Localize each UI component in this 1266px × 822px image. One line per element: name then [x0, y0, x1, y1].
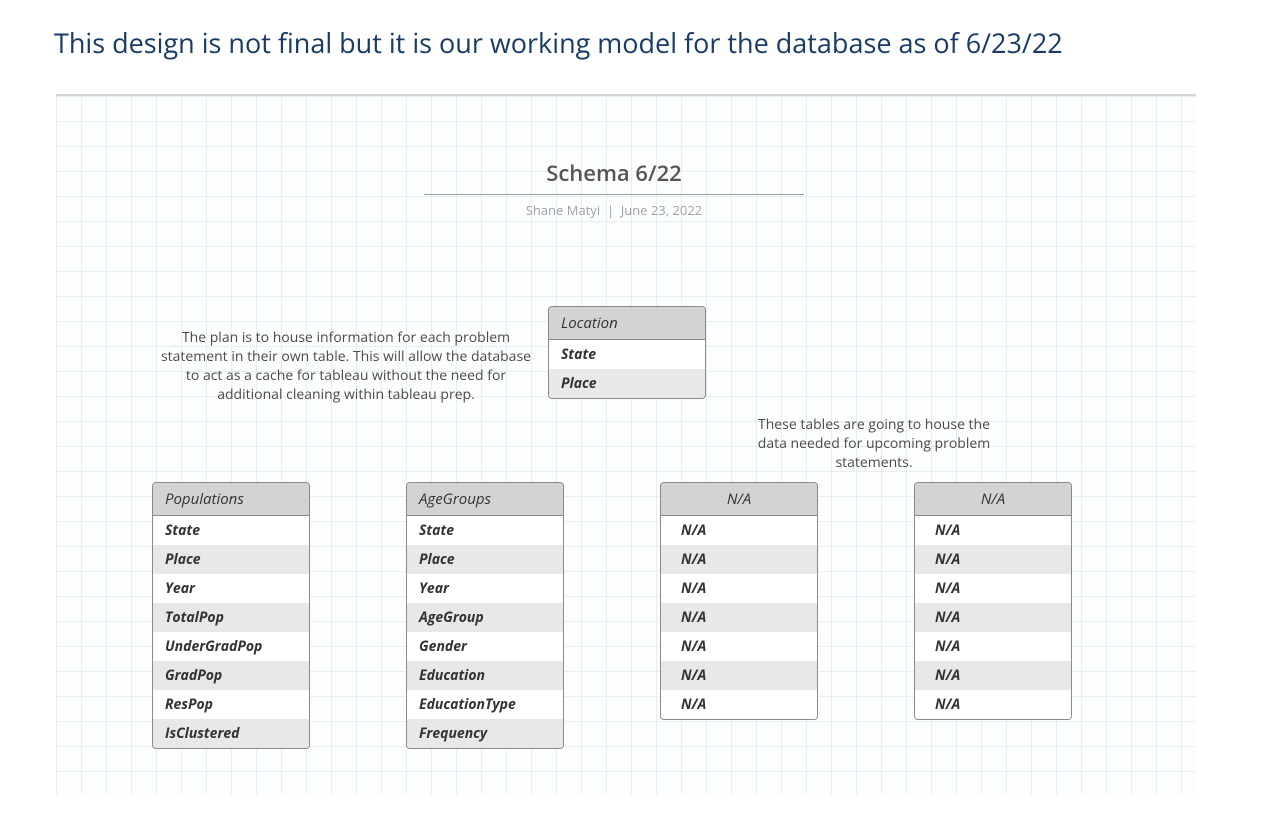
table-populations-header: Populations	[153, 483, 309, 516]
table-na2-header: N/A	[915, 483, 1071, 516]
table-agegroups-header: AgeGroups	[407, 483, 563, 516]
table-row: State	[153, 516, 309, 545]
table-row: Place	[407, 545, 563, 574]
table-row: N/A	[915, 632, 1071, 661]
table-na2[interactable]: N/A N/A N/A N/A N/A N/A N/A N/A	[914, 482, 1072, 720]
table-agegroups[interactable]: AgeGroups State Place Year AgeGroup Gend…	[406, 482, 564, 749]
table-row: AgeGroup	[407, 603, 563, 632]
table-location-header: Location	[549, 307, 705, 340]
table-row: Frequency	[407, 719, 563, 748]
table-row: State	[407, 516, 563, 545]
table-na1[interactable]: N/A N/A N/A N/A N/A N/A N/A N/A	[660, 482, 818, 720]
table-row: EducationType	[407, 690, 563, 719]
schema-title: Schema 6/22	[424, 158, 804, 195]
table-row: GradPop	[153, 661, 309, 690]
schema-title-block: Schema 6/22 Shane Matyi | June 23, 2022	[424, 158, 804, 219]
table-row: N/A	[661, 690, 817, 719]
table-row: N/A	[915, 603, 1071, 632]
table-row: Gender	[407, 632, 563, 661]
table-row: ResPop	[153, 690, 309, 719]
diagram-canvas: Schema 6/22 Shane Matyi | June 23, 2022 …	[56, 94, 1196, 794]
table-row: N/A	[915, 545, 1071, 574]
table-row: Place	[153, 545, 309, 574]
table-row: N/A	[915, 516, 1071, 545]
note-left: The plan is to house information for eac…	[156, 329, 536, 405]
table-row: Year	[407, 574, 563, 603]
table-populations[interactable]: Populations State Place Year TotalPop Un…	[152, 482, 310, 749]
note-right: These tables are going to house the data…	[754, 416, 994, 473]
table-row: IsClustered	[153, 719, 309, 748]
schema-date: June 23, 2022	[621, 201, 702, 219]
table-row: N/A	[661, 603, 817, 632]
table-row: N/A	[661, 545, 817, 574]
table-row: N/A	[915, 661, 1071, 690]
table-row: Place	[549, 369, 705, 398]
table-row: N/A	[661, 661, 817, 690]
table-row: TotalPop	[153, 603, 309, 632]
page-title: This design is not final but it is our w…	[54, 24, 1063, 61]
schema-meta: Shane Matyi | June 23, 2022	[424, 201, 804, 219]
table-location[interactable]: Location State Place	[548, 306, 706, 399]
table-row: UnderGradPop	[153, 632, 309, 661]
table-row: N/A	[661, 574, 817, 603]
table-row: N/A	[915, 574, 1071, 603]
table-row: Education	[407, 661, 563, 690]
table-row: State	[549, 340, 705, 369]
table-row: N/A	[661, 516, 817, 545]
schema-author: Shane Matyi	[526, 201, 600, 219]
table-row: Year	[153, 574, 309, 603]
table-row: N/A	[661, 632, 817, 661]
table-row: N/A	[915, 690, 1071, 719]
table-na1-header: N/A	[661, 483, 817, 516]
